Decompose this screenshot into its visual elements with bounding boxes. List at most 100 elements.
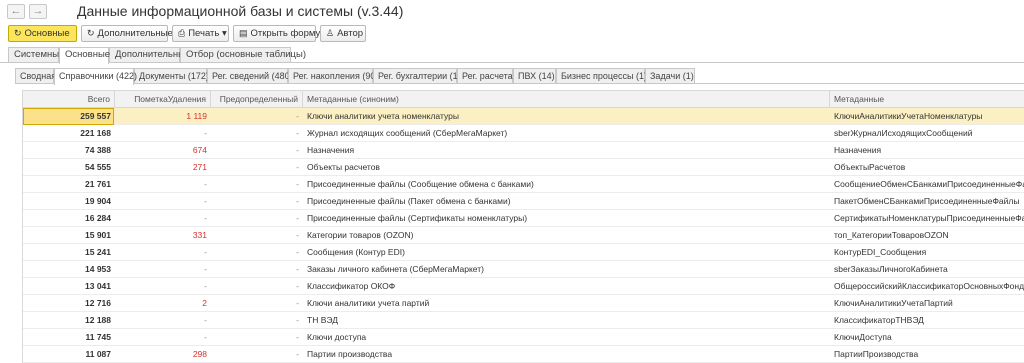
author-button[interactable]: ♙ Автор: [320, 25, 366, 42]
main-button-label: Основные: [24, 28, 70, 39]
cell-metadata: ПакетОбменСБанкамиПрисоединенныеФайлы: [834, 196, 1020, 206]
metadata-table[interactable]: Всего ПометкаУдаления Предопределенный М…: [22, 90, 1024, 363]
column-header-metadata[interactable]: Метаданные: [830, 91, 1024, 108]
cell-predefined: -: [296, 196, 299, 206]
cell-synonym: Ключи аналитики учета партий: [307, 298, 430, 308]
cell-metadata: КлючиАналитикиУчетаНоменклатуры: [834, 111, 983, 121]
tab-accumulation-registers[interactable]: Рег. накопления (90): [288, 68, 378, 84]
tab-tasks[interactable]: Задачи (1): [645, 68, 695, 84]
cell-deletion-mark: -: [204, 264, 207, 274]
cell-synonym: ТН ВЭД: [307, 315, 338, 325]
title-bar: ← → Данные информационной базы и системы…: [0, 0, 1024, 22]
additional-button[interactable]: ↻ Дополнительные: [81, 25, 173, 42]
cell-deletion-mark: -: [204, 332, 207, 342]
refresh-icon: ↻: [14, 28, 22, 38]
cell-predefined: -: [296, 281, 299, 291]
cell-predefined: -: [296, 264, 299, 274]
tab-summary[interactable]: Сводная: [15, 68, 56, 84]
cell-deletion-mark: 298: [192, 349, 207, 359]
window-title: Данные информационной базы и системы (v.…: [77, 3, 404, 19]
cell-metadata: Назначения: [834, 145, 882, 155]
cell-deletion-mark: 271: [192, 162, 207, 172]
author-button-label: Автор: [337, 28, 364, 39]
tab-calculation-registers[interactable]: Рег. расчета: [457, 68, 513, 84]
table-row[interactable]: 74 388 674- Назначения Назначения: [23, 142, 1024, 159]
column-header-deletion-mark[interactable]: ПометкаУдаления: [115, 91, 211, 108]
cell-synonym: Ключи доступа: [307, 332, 367, 342]
table-row[interactable]: 19 904- - Присоединенные файлы (Пакет обме…: [23, 193, 1024, 210]
cell-total: 11 087: [85, 349, 111, 359]
tabs-divider: [0, 62, 1024, 63]
cell-total: 19 904: [85, 196, 111, 206]
cell-synonym: Присоединенные файлы (Сертификаты номенк…: [307, 213, 528, 223]
cell-total: 13 041: [85, 281, 111, 291]
cell-synonym: Партии производства: [307, 349, 393, 359]
cell-deletion-mark: -: [204, 179, 207, 189]
tab-pvh[interactable]: ПВХ (14): [513, 68, 556, 84]
table-row[interactable]: 15 901 331 - Категории товаров (OZON) топ_Ка…: [23, 227, 1024, 244]
cell-total: 259 557: [80, 111, 111, 121]
column-header-total[interactable]: Всего: [23, 91, 115, 108]
column-header-synonym[interactable]: Метаданные (синоним): [303, 91, 830, 108]
cell-metadata: ОбъектыРасчетов: [834, 162, 906, 172]
cell-synonym: Журнал исходящих сообщений (СберМегаМарк…: [307, 128, 508, 138]
cell-predefined: -: [296, 247, 299, 257]
cell-total: 15 901: [85, 230, 111, 240]
table-row[interactable]: 11 087 298 - Партии производства ПартииПроиз…: [23, 346, 1024, 363]
cell-total: 74 388: [85, 145, 111, 155]
cell-deletion-mark: 2: [202, 298, 207, 308]
table-row[interactable]: 12 716 2 - Ключи аналитики учета партий Ключ…: [23, 295, 1024, 312]
cell-predefined: -: [296, 128, 299, 138]
table-header: Всего ПометкаУдаления Предопределенный М…: [23, 91, 1024, 108]
cell-total: 54 555: [85, 162, 111, 172]
cell-metadata: топ_КатегорииТоваровOZON: [834, 230, 949, 240]
tab-filter-main-tables[interactable]: Отбор (основные таблицы): [180, 47, 306, 63]
tab-info-registers[interactable]: Рег. сведений (480): [207, 68, 293, 84]
tab-business-processes[interactable]: Бизнес процессы (1): [556, 68, 647, 84]
cell-predefined: -: [296, 162, 299, 172]
forward-arrow-icon[interactable]: →: [29, 4, 47, 19]
form-icon: ▤: [239, 28, 248, 38]
table-row[interactable]: 14 953- - Заказы личного кабинета (СберМег…: [23, 261, 1024, 278]
open-form-button-label: Открыть форму ▾: [250, 28, 328, 39]
cell-predefined: -: [296, 145, 299, 155]
tab-accounting-registers[interactable]: Рег. бухгалтерии (1): [373, 68, 461, 84]
cell-total: 16 284: [85, 213, 111, 223]
cell-predefined: -: [296, 298, 299, 308]
cell-deletion-mark: -: [204, 315, 207, 325]
table-row[interactable]: 16 284- - Присоединенные файлы (Сертификат…: [23, 210, 1024, 227]
cell-total: 12 188: [85, 315, 111, 325]
table-row[interactable]: 15 241- - Сообщения (Контур EDI) КонтурEDI_…: [23, 244, 1024, 261]
additional-button-label: Дополнительные: [97, 28, 173, 39]
print-button[interactable]: ⎙ Печать ▾: [172, 25, 229, 42]
cell-predefined: -: [296, 230, 299, 240]
cell-metadata: СообщениеОбменСБанкамиПрисоединенныеФайл…: [834, 179, 1024, 189]
cell-total: 15 241: [85, 247, 111, 257]
column-header-predefined[interactable]: Предопределенный: [211, 91, 303, 108]
tab-main[interactable]: Основные: [59, 47, 110, 64]
table-row[interactable]: 12 188- - ТН ВЭД КлассификаторТНВЭД: [23, 312, 1024, 329]
table-row[interactable]: 21 761- - Присоединенные файлы (Сообщение …: [23, 176, 1024, 193]
back-arrow-icon[interactable]: ←: [7, 4, 25, 19]
tab-system[interactable]: Системные: [8, 47, 64, 63]
tab-additional[interactable]: Дополнительные: [109, 47, 190, 63]
printer-icon: ⎙: [178, 28, 186, 38]
tab-catalogs[interactable]: Справочники (422): [54, 68, 137, 85]
table-row[interactable]: 221 168- - Журнал исходящих сообщений (Сбе…: [23, 125, 1024, 142]
cell-total: 21 761: [85, 179, 111, 189]
table-row[interactable]: 13 041- - Классификатор ОКОФ Общероссийский…: [23, 278, 1024, 295]
tab-documents[interactable]: Документы (172): [134, 68, 209, 84]
cell-predefined: -: [296, 349, 299, 359]
open-form-button[interactable]: ▤ Открыть форму ▾: [233, 25, 328, 42]
table-row[interactable]: 259 557 1 119 - Ключи аналитики учета номен…: [23, 108, 1024, 125]
table-row[interactable]: 54 555 271 - Объекты расчетов ОбъектыРасчето…: [23, 159, 1024, 176]
main-button[interactable]: ↻ Основные: [8, 25, 77, 42]
cell-synonym: Объекты расчетов: [307, 162, 380, 172]
cell-deletion-mark: 1 119: [186, 111, 207, 121]
cell-metadata: КлассификаторТНВЭД: [834, 315, 924, 325]
table-row[interactable]: 11 745- - Ключи доступа КлючиДоступа: [23, 329, 1024, 346]
cell-total: 11 745: [85, 332, 111, 342]
cell-metadata: ОбщероссийскийКлассификаторОсновныхФондо…: [834, 281, 1024, 291]
cell-predefined: -: [296, 111, 299, 121]
command-bar: ↻ Основные ↻ Дополнительные ⎙ Печать ▾ ▤ Отк…: [8, 25, 1018, 43]
